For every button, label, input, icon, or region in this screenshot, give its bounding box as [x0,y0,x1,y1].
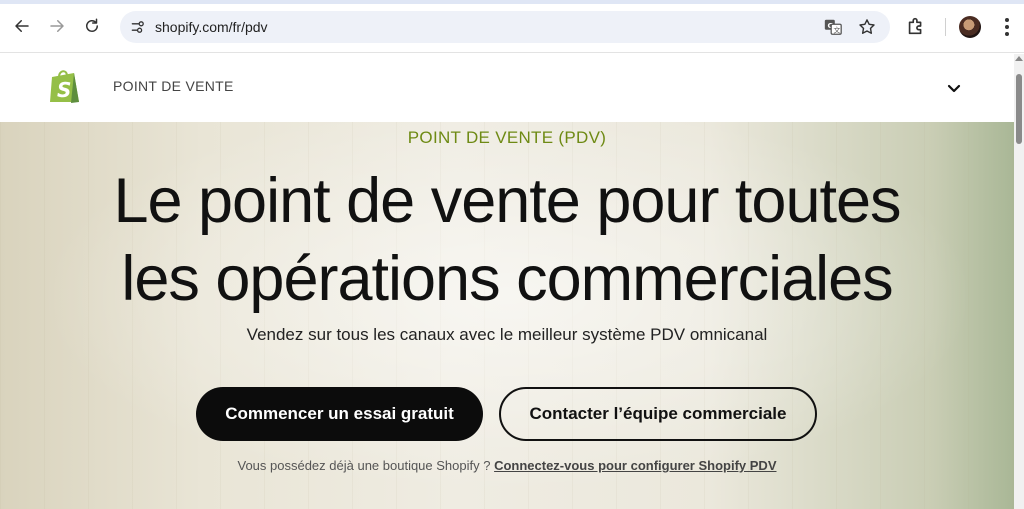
url-text[interactable]: shopify.com/fr/pdv [155,19,268,35]
extensions-icon[interactable] [905,15,929,39]
profile-avatar[interactable] [959,16,981,38]
svg-text:S: S [57,78,71,102]
login-footnote: Vous possédez déjà une boutique Shopify … [0,458,1014,473]
address-bar[interactable]: shopify.com/fr/pdv G文 [120,11,890,43]
toolbar-divider [945,18,946,36]
login-link[interactable]: Connectez-vous pour configurer Shopify P… [494,458,776,473]
chevron-down-icon[interactable] [944,78,964,98]
headline-line-2: les opérations commerciales [121,244,893,314]
bookmark-star-icon[interactable] [857,17,879,39]
translate-icon[interactable]: G文 [823,17,845,39]
menu-icon[interactable] [997,16,1017,38]
hero-eyebrow: POINT DE VENTE (PDV) [407,128,607,147]
page-scrollbar[interactable] [1014,54,1024,509]
reload-button[interactable] [80,14,104,38]
scroll-up-arrow[interactable] [1015,56,1023,61]
site-header: S POINT DE VENTE [0,54,1014,122]
headline-line-1: Le point de vente pour toutes [113,166,901,236]
contact-sales-button[interactable]: Contacter l’équipe commerciale [499,387,817,441]
back-button[interactable] [10,14,34,38]
start-trial-button[interactable]: Commencer un essai gratuit [196,387,483,441]
browser-toolbar: shopify.com/fr/pdv G文 [0,0,1024,53]
hero-section: POINT DE VENTE (PDV) Le point de vente p… [0,122,1014,509]
hero-headline: Le point de vente pour toutes les opérat… [0,162,1014,318]
header-title[interactable]: POINT DE VENTE [113,78,234,94]
hero-subtitle: Vendez sur tous les canaux avec le meill… [246,325,768,344]
svg-text:文: 文 [833,25,840,34]
scroll-thumb[interactable] [1016,74,1022,144]
site-info-icon[interactable] [128,17,148,37]
tab-strip-edge [0,0,1024,4]
shopify-logo[interactable]: S [48,67,82,105]
forward-icon [50,20,64,32]
footnote-text: Vous possédez déjà une boutique Shopify … [237,458,495,473]
back-icon [15,20,29,32]
reload-icon [86,18,98,32]
forward-button[interactable] [45,14,69,38]
